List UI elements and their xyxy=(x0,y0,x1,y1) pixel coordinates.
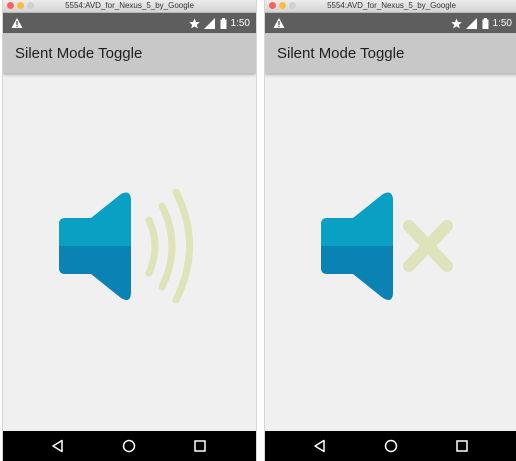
speaker-muted-icon xyxy=(321,192,453,300)
app-title: Silent Mode Toggle xyxy=(15,45,143,62)
home-icon[interactable] xyxy=(384,439,398,453)
app-content xyxy=(265,73,516,432)
star-icon xyxy=(450,17,462,28)
battery-icon xyxy=(220,17,227,29)
window-maximize-button[interactable] xyxy=(27,2,34,9)
status-time: 1:50 xyxy=(492,17,512,29)
app-title: Silent Mode Toggle xyxy=(277,45,405,62)
window-titlebar: 5554:AVD_for_Nexus_5_by_Google xyxy=(265,0,516,13)
navigation-bar xyxy=(265,431,516,461)
emulator-window-silent: 5554:AVD_for_Nexus_5_by_Google 1:50 Sile… xyxy=(265,0,516,461)
star-icon xyxy=(188,17,200,28)
window-controls xyxy=(269,2,296,9)
window-minimize-button[interactable] xyxy=(279,2,286,9)
window-close-button[interactable] xyxy=(269,2,276,9)
window-titlebar: 5554:AVD_for_Nexus_5_by_Google xyxy=(3,0,256,13)
speaker-toggle[interactable] xyxy=(317,189,457,309)
status-time: 1:50 xyxy=(230,17,250,29)
warning-icon xyxy=(273,18,285,28)
app-content xyxy=(3,73,256,432)
back-icon[interactable] xyxy=(313,439,327,453)
battery-icon xyxy=(482,17,489,29)
emulator-window-sound-on: 5554:AVD_for_Nexus_5_by_Google 1:50 Sile… xyxy=(3,0,256,461)
app-bar: Silent Mode Toggle xyxy=(265,33,516,73)
home-icon[interactable] xyxy=(122,439,136,453)
signal-icon xyxy=(203,17,215,29)
recents-icon[interactable] xyxy=(455,439,469,453)
speaker-toggle[interactable] xyxy=(55,188,205,309)
warning-icon xyxy=(11,18,23,28)
window-minimize-button[interactable] xyxy=(17,2,24,9)
status-icons: 1:50 xyxy=(450,13,512,33)
window-maximize-button[interactable] xyxy=(289,2,296,9)
recents-icon[interactable] xyxy=(193,439,207,453)
signal-icon xyxy=(465,17,477,29)
status-bar: 1:50 xyxy=(265,13,516,33)
status-icons: 1:50 xyxy=(188,13,250,33)
window-close-button[interactable] xyxy=(7,2,14,9)
navigation-bar xyxy=(3,431,256,461)
window-controls xyxy=(7,2,34,9)
app-bar: Silent Mode Toggle xyxy=(3,33,256,73)
window-title: 5554:AVD_for_Nexus_5_by_Google xyxy=(65,1,194,10)
speaker-sound-on-icon xyxy=(59,188,193,304)
status-bar: 1:50 xyxy=(3,13,256,33)
window-title: 5554:AVD_for_Nexus_5_by_Google xyxy=(327,1,456,10)
back-icon[interactable] xyxy=(51,439,65,453)
